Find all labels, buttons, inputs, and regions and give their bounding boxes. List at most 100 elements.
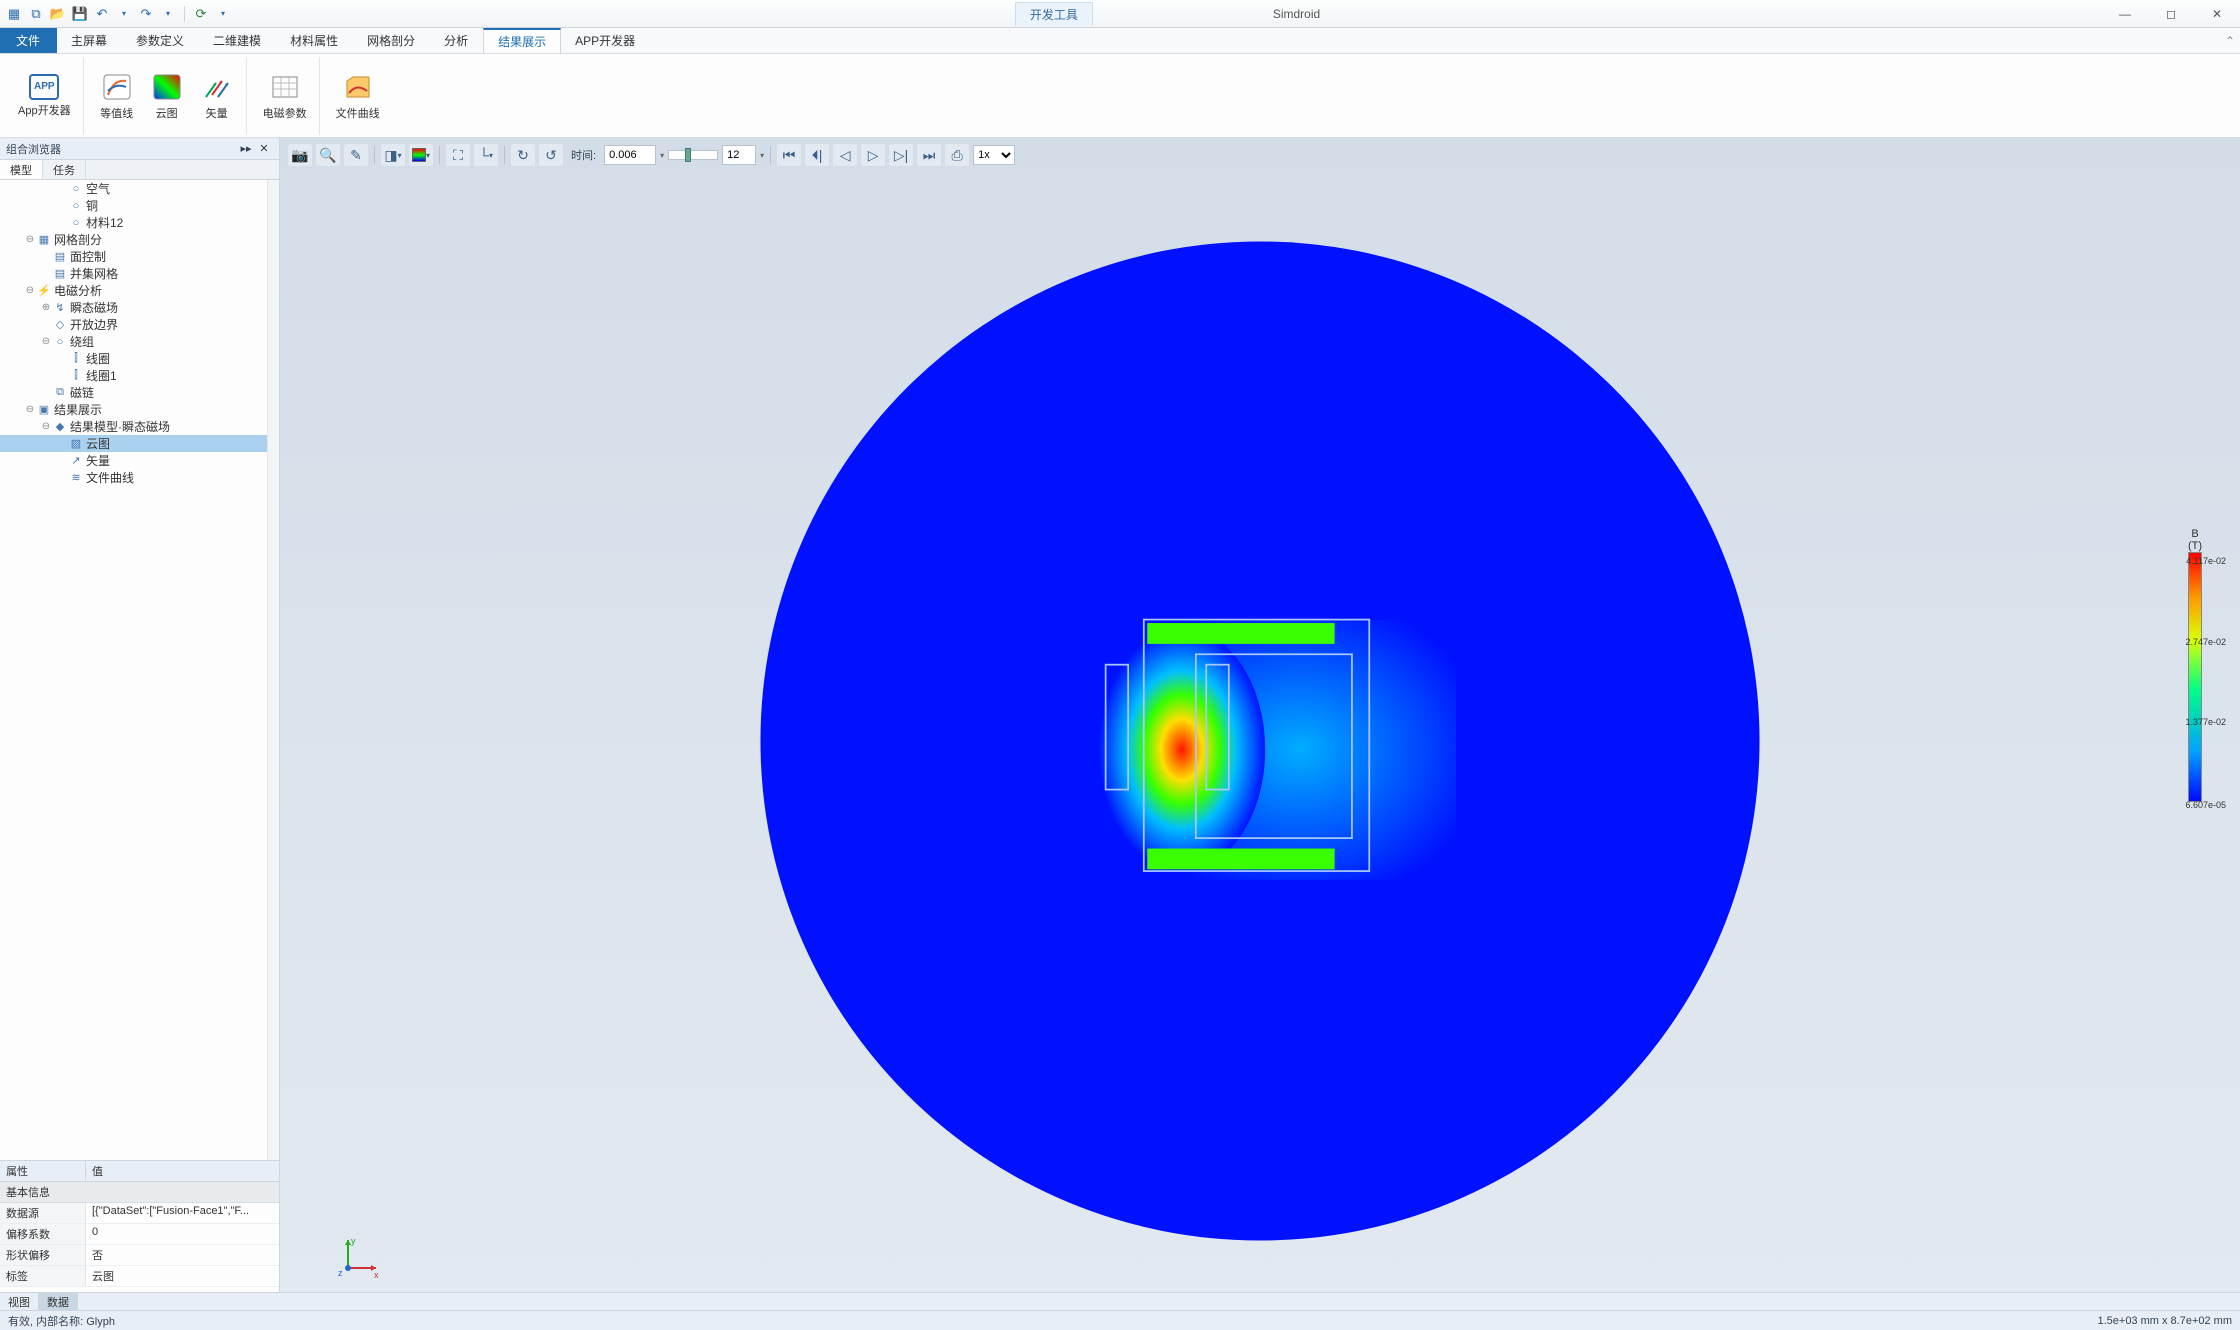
- refresh-icon[interactable]: ⟳: [191, 4, 211, 24]
- color-legend: B(T) 4.117e-022.747e-021.377e-026.607e-0…: [2164, 528, 2226, 802]
- app-icon[interactable]: ▦: [4, 4, 24, 24]
- tree-node[interactable]: ≋文件曲线: [0, 469, 279, 486]
- open-icon[interactable]: 📂: [48, 4, 68, 24]
- time-input[interactable]: [604, 145, 656, 165]
- cube-icon[interactable]: ◨▾: [381, 144, 405, 166]
- tree-node[interactable]: ⫿线圈1: [0, 367, 279, 384]
- minimize-button[interactable]: —: [2102, 0, 2148, 28]
- brush-icon[interactable]: ✎: [344, 144, 368, 166]
- node-icon: ○: [52, 335, 68, 349]
- qat-drop-icon[interactable]: ▾: [213, 4, 233, 24]
- save-icon[interactable]: 💾: [70, 4, 90, 24]
- expand-icon[interactable]: ⊖: [24, 285, 36, 296]
- tab-1[interactable]: 参数定义: [122, 28, 199, 53]
- new-icon[interactable]: ⧉: [26, 4, 46, 24]
- expand-icon[interactable]: ⊕: [40, 302, 52, 313]
- maximize-button[interactable]: ◻: [2148, 0, 2194, 28]
- model-tree[interactable]: ○空气○铜○材料12⊖▦网格剖分▤面控制▤并集网格⊖⚡电磁分析⊕↯瞬态磁场◇开放…: [0, 180, 279, 1160]
- tree-node[interactable]: ▨云图: [0, 435, 279, 452]
- last-frame-icon[interactable]: ⏭: [917, 144, 941, 166]
- ribbon-app-dev[interactable]: APP App开发器: [12, 70, 77, 122]
- redo-drop-icon[interactable]: ▾: [158, 4, 178, 24]
- bottom-tab-0[interactable]: 视图: [0, 1293, 39, 1310]
- expand-icon[interactable]: ⊖: [24, 234, 36, 245]
- bottom-tab-1[interactable]: 数据: [39, 1293, 78, 1310]
- tab-5[interactable]: 分析: [430, 28, 483, 53]
- viewport[interactable]: 📷 🔍 ✎ ◨▾ ▾ ⛶ └▾ ↻ ↺ 时间: ▾ ▾ ⏮ ⏴| ◁ ▷ ▷| …: [280, 138, 2240, 1310]
- rotate-cw-icon[interactable]: ↻: [511, 144, 535, 166]
- tree-node[interactable]: ○空气: [0, 180, 279, 197]
- tree-node[interactable]: ⊖▦网格剖分: [0, 231, 279, 248]
- tree-node[interactable]: ◇开放边界: [0, 316, 279, 333]
- tree-node[interactable]: ⊖⚡电磁分析: [0, 282, 279, 299]
- undo-drop-icon[interactable]: ▾: [114, 4, 134, 24]
- tab-file[interactable]: 文件: [0, 28, 57, 53]
- ribbon-collapse-icon[interactable]: ⌃: [2220, 28, 2240, 53]
- ribbon-vector[interactable]: 矢量: [194, 67, 240, 125]
- tree-node[interactable]: ○材料12: [0, 214, 279, 231]
- browser-tab-0[interactable]: 模型: [0, 160, 43, 179]
- fit-icon[interactable]: ⛶: [446, 144, 470, 166]
- export-anim-icon[interactable]: ⎙: [945, 144, 969, 166]
- tree-node[interactable]: ⧉磁链: [0, 384, 279, 401]
- tree-node[interactable]: ⊖◆结果模型·瞬态磁场: [0, 418, 279, 435]
- prop-val: 云图: [86, 1266, 279, 1286]
- devtools-tab[interactable]: 开发工具: [1015, 2, 1093, 26]
- browser-close-icon[interactable]: ✕: [255, 142, 273, 155]
- tab-6[interactable]: 结果展示: [483, 28, 561, 53]
- prop-row[interactable]: 形状偏移否: [0, 1245, 279, 1266]
- palette-icon[interactable]: ▾: [409, 144, 433, 166]
- tree-node[interactable]: ▤面控制: [0, 248, 279, 265]
- tab-3[interactable]: 材料属性: [276, 28, 353, 53]
- time-slider[interactable]: [668, 150, 718, 160]
- expand-icon[interactable]: ⊖: [40, 336, 52, 347]
- tree-node[interactable]: ▤并集网格: [0, 265, 279, 282]
- prev-frame-icon[interactable]: ◁: [833, 144, 857, 166]
- title-bar: ▦ ⧉ 📂 💾 ↶ ▾ ↷ ▾ ⟳ ▾ 开发工具 Simdroid — ◻ ✕: [0, 0, 2240, 28]
- speed-select[interactable]: 1x: [973, 145, 1015, 165]
- menu-bar: 文件 主屏幕参数定义二维建模材料属性网格剖分分析结果展示APP开发器 ⌃: [0, 28, 2240, 54]
- browser-tab-1[interactable]: 任务: [43, 160, 86, 179]
- tree-scrollbar[interactable]: [267, 180, 279, 1160]
- tree-node[interactable]: ⊖▣结果展示: [0, 401, 279, 418]
- tree-node[interactable]: ⊖○绕组: [0, 333, 279, 350]
- tab-4[interactable]: 网格剖分: [353, 28, 430, 53]
- tab-0[interactable]: 主屏幕: [57, 28, 122, 53]
- tree-node[interactable]: ○铜: [0, 197, 279, 214]
- ribbon-cloud[interactable]: 云图: [144, 67, 190, 125]
- prop-row[interactable]: 偏移系数0: [0, 1224, 279, 1245]
- browser-ff-icon[interactable]: ▸▸: [237, 142, 255, 155]
- zoom-icon[interactable]: 🔍: [316, 144, 340, 166]
- tree-node[interactable]: ↗矢量: [0, 452, 279, 469]
- tab-2[interactable]: 二维建模: [199, 28, 276, 53]
- prop-row[interactable]: 数据源[{"DataSet":["Fusion-Face1","F...: [0, 1203, 279, 1224]
- undo-icon[interactable]: ↶: [92, 4, 112, 24]
- tree-node[interactable]: ⊕↯瞬态磁场: [0, 299, 279, 316]
- legend-tick: 4.117e-02: [2186, 556, 2226, 566]
- node-label: 并集网格: [68, 265, 118, 282]
- close-button[interactable]: ✕: [2194, 0, 2240, 28]
- ribbon-contour[interactable]: 等值线: [94, 67, 140, 125]
- rotate-ccw-icon[interactable]: ↺: [539, 144, 563, 166]
- node-label: 文件曲线: [84, 469, 134, 486]
- node-icon: ◆: [52, 420, 68, 434]
- frame-input[interactable]: [722, 145, 756, 165]
- ribbon-em-param[interactable]: 电磁参数: [257, 67, 313, 125]
- tree-node[interactable]: ⫿线圈: [0, 350, 279, 367]
- prop-row[interactable]: 标签云图: [0, 1266, 279, 1287]
- next-frame-icon[interactable]: ▷|: [889, 144, 913, 166]
- camera-icon[interactable]: 📷: [288, 144, 312, 166]
- node-label: 空气: [84, 180, 110, 197]
- node-label: 线圈1: [84, 367, 117, 384]
- tab-7[interactable]: APP开发器: [561, 28, 650, 53]
- canvas[interactable]: x y z: [280, 172, 2240, 1310]
- play-icon[interactable]: ▷: [861, 144, 885, 166]
- expand-icon[interactable]: ⊖: [40, 421, 52, 432]
- prev-key-icon[interactable]: ⏴|: [805, 144, 829, 166]
- ribbon-file-curve[interactable]: 文件曲线: [330, 67, 386, 125]
- expand-icon[interactable]: ⊖: [24, 404, 36, 415]
- prop-val: 否: [86, 1245, 279, 1265]
- first-frame-icon[interactable]: ⏮: [777, 144, 801, 166]
- redo-icon[interactable]: ↷: [136, 4, 156, 24]
- axis-icon[interactable]: └▾: [474, 144, 498, 166]
